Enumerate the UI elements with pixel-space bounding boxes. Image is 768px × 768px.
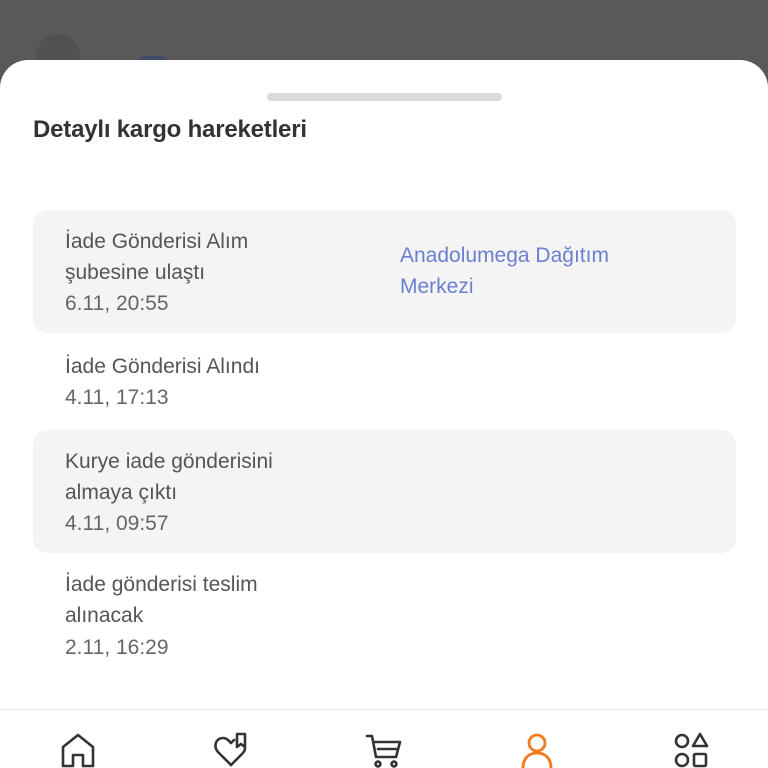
favorites-icon — [214, 732, 247, 767]
event-title: İade Gönderisi Alındı — [65, 355, 260, 378]
event-title: İade Gönderisi Alım şubesine ulaştı — [65, 230, 249, 284]
tracking-event: İade gönderisi teslim alınacak 2.11, 16:… — [33, 556, 736, 676]
nav-cart[interactable] — [362, 730, 406, 768]
event-title: İade gönderisi teslim alınacak — [65, 573, 258, 627]
event-time: 2.11, 16:29 — [65, 636, 169, 659]
bottom-navigation — [0, 709, 768, 768]
nav-categories[interactable] — [669, 730, 713, 768]
tracking-event: İade Gönderisi Alım şubesine ulaştı 6.11… — [33, 210, 736, 333]
event-location: Anadolumega Dağıtım Merkezi — [400, 244, 609, 298]
cart-icon — [365, 734, 402, 768]
nav-home[interactable] — [56, 730, 100, 768]
home-icon — [61, 733, 95, 768]
account-icon — [521, 733, 553, 768]
section-title: Detaylı kargo hareketleri — [33, 116, 307, 143]
event-time: 4.11, 09:57 — [65, 512, 169, 535]
tracking-event: İade Gönderisi Alındı 4.11, 17:13 — [33, 337, 736, 427]
sheet-drag-handle[interactable] — [267, 93, 502, 101]
event-time: 6.11, 20:55 — [65, 292, 169, 315]
nav-favorites[interactable] — [209, 730, 253, 768]
event-title: Kurye iade gönderisini almaya çıktı — [65, 450, 273, 504]
tracking-event: Kurye iade gönderisini almaya çıktı 4.11… — [33, 430, 736, 553]
categories-icon — [674, 732, 709, 768]
nav-account[interactable] — [515, 730, 559, 768]
event-time: 4.11, 17:13 — [65, 386, 169, 409]
